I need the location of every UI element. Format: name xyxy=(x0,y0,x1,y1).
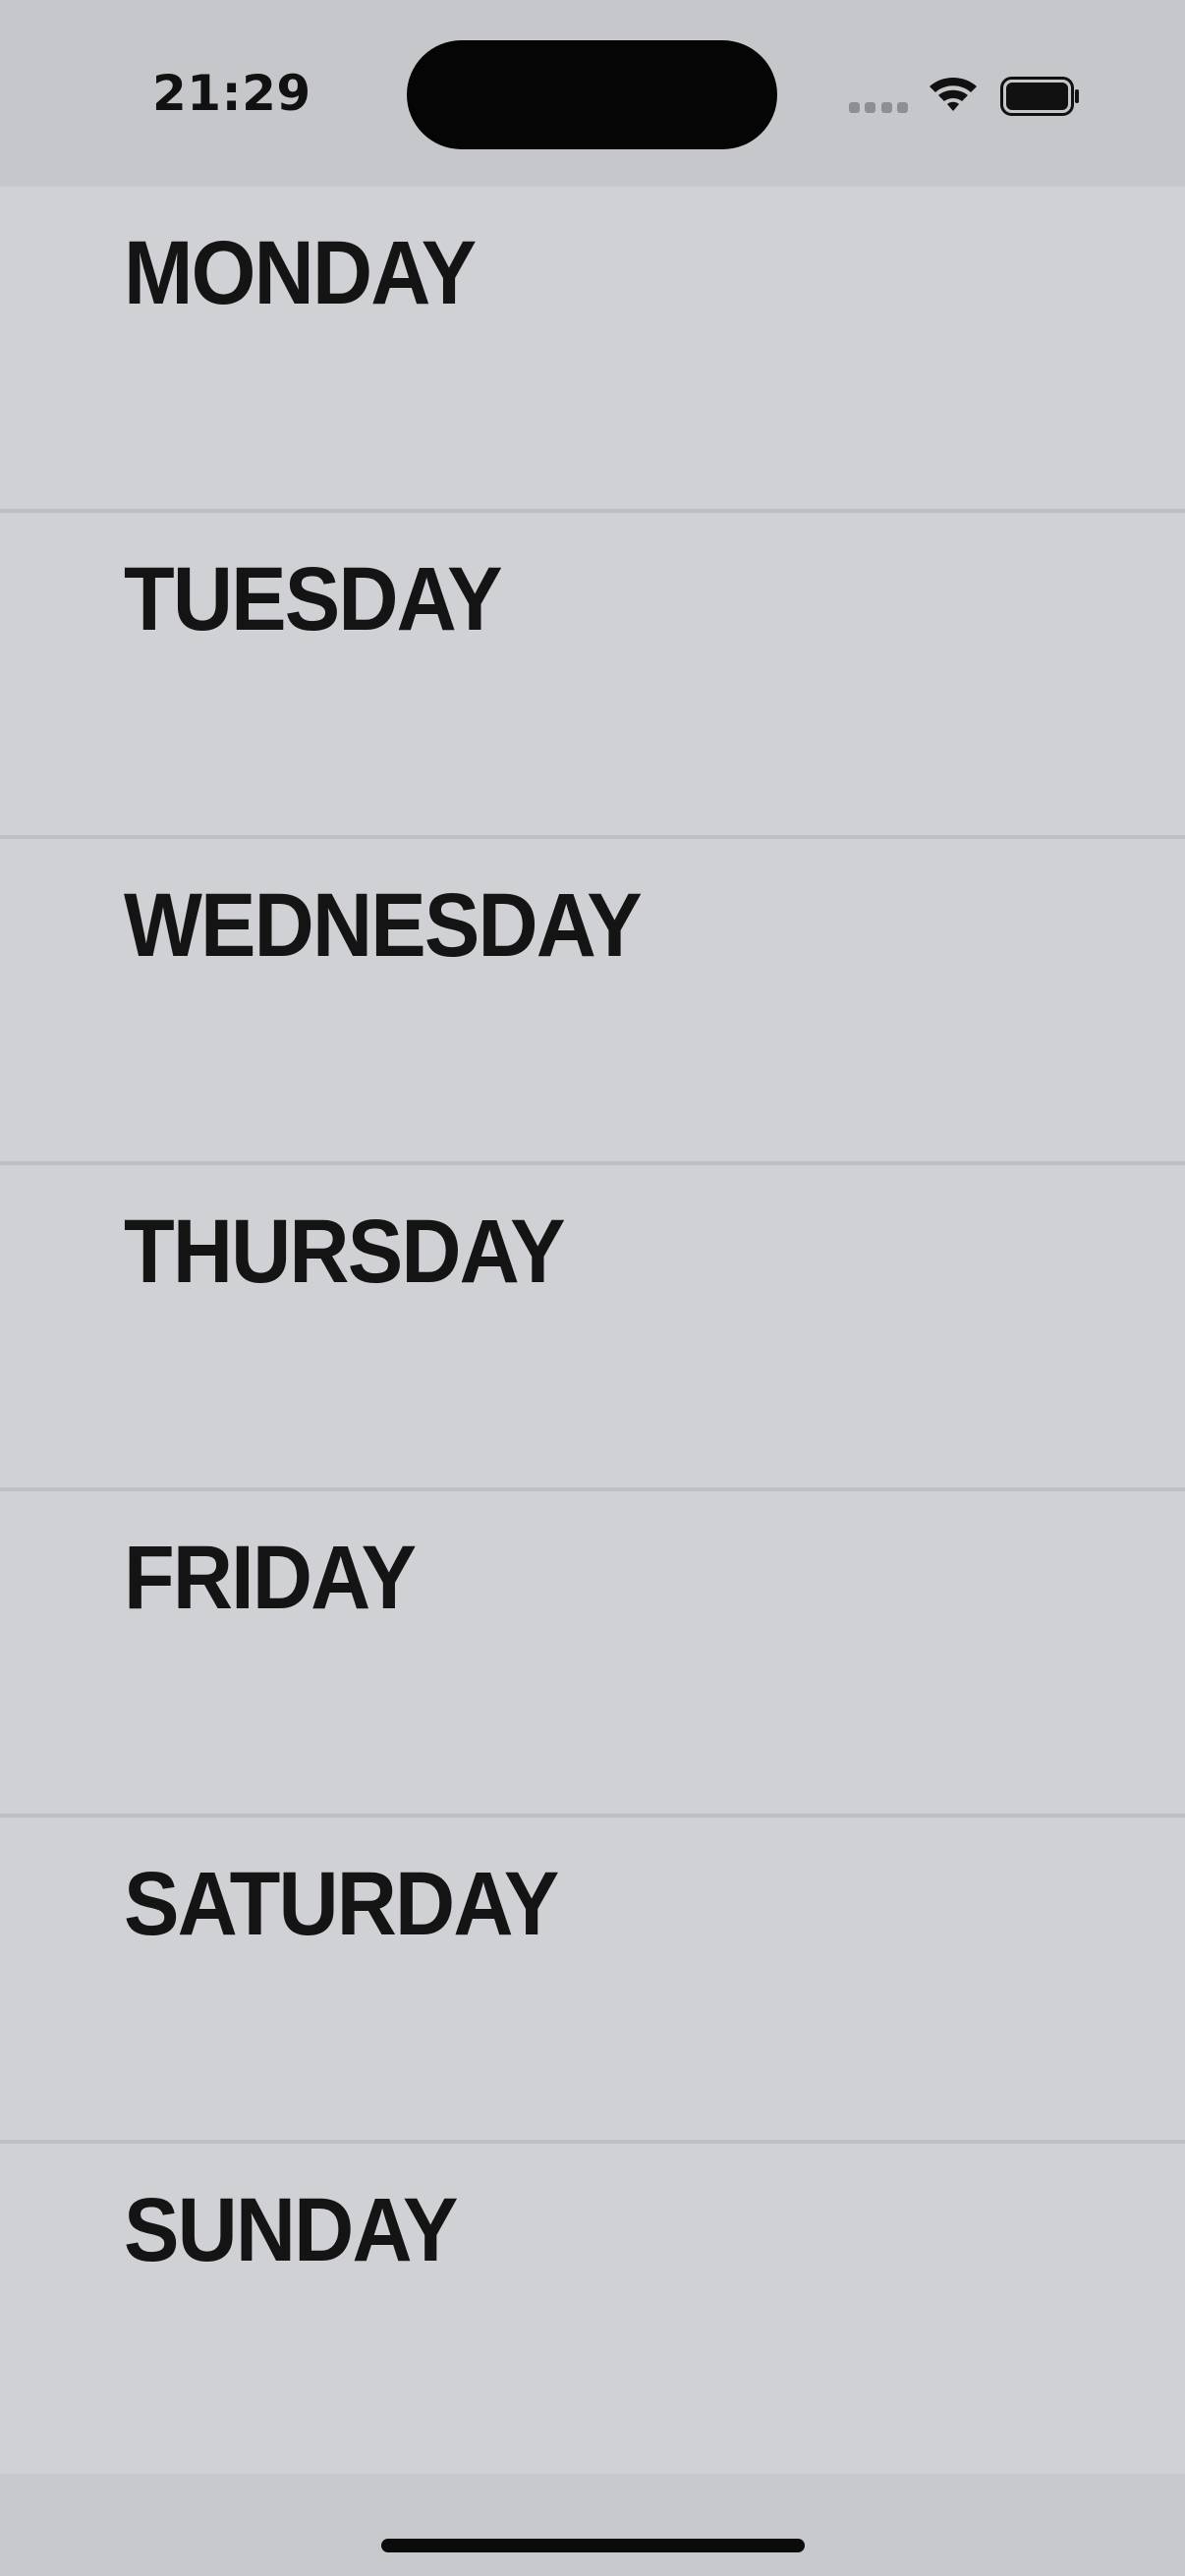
home-indicator[interactable] xyxy=(381,2539,805,2552)
day-row-sunday[interactable]: SUNDAY xyxy=(0,2144,1185,2470)
day-label: WEDNESDAY xyxy=(124,875,643,976)
day-row-friday[interactable]: FRIDAY xyxy=(0,1491,1185,1818)
day-label: MONDAY xyxy=(124,223,477,323)
day-list: MONDAY TUESDAY WEDNESDAY THURSDAY FRIDAY… xyxy=(0,187,1185,2474)
status-time: 21:29 xyxy=(152,65,311,122)
day-label: TUESDAY xyxy=(124,549,503,649)
day-label: THURSDAY xyxy=(124,1202,566,1302)
bottom-area xyxy=(0,2474,1185,2576)
status-bar: 21:29 xyxy=(0,0,1185,187)
wifi-icon xyxy=(930,78,977,111)
day-row-thursday[interactable]: THURSDAY xyxy=(0,1165,1185,1491)
day-row-monday[interactable]: MONDAY xyxy=(0,187,1185,513)
cellular-signal-icon xyxy=(849,102,908,116)
battery-icon xyxy=(1000,77,1079,116)
day-row-wednesday[interactable]: WEDNESDAY xyxy=(0,839,1185,1165)
day-label: SATURDAY xyxy=(124,1854,559,1954)
dynamic-island xyxy=(407,40,777,149)
day-row-tuesday[interactable]: TUESDAY xyxy=(0,513,1185,839)
day-row-saturday[interactable]: SATURDAY xyxy=(0,1818,1185,2144)
day-label: FRIDAY xyxy=(124,1528,417,1628)
day-label: SUNDAY xyxy=(124,2180,458,2280)
